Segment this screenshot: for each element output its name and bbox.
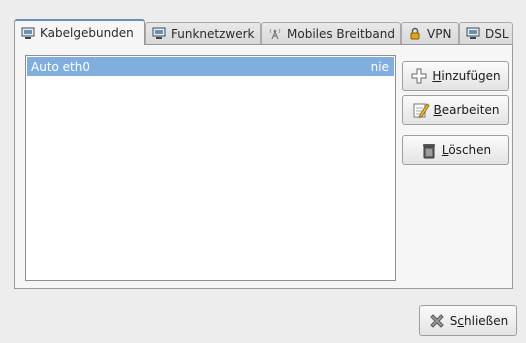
edit-pencil-icon <box>412 101 430 119</box>
tab-dsl[interactable]: DSL <box>459 22 513 44</box>
tab-wired[interactable]: Kabelgebunden <box>14 19 145 45</box>
tab-label: VPN <box>427 26 452 41</box>
connection-type-tabs: Kabelgebunden Funknetzwerk Mobiles Breit… <box>14 19 513 45</box>
lock-icon <box>408 27 422 40</box>
add-button-label: Hinzufügen <box>432 69 501 83</box>
plus-icon <box>410 67 428 85</box>
tab-panel-wired: Auto eth0 nie Hinzufügen Bearbeiten Lösc… <box>14 44 513 289</box>
close-button[interactable]: Schließen <box>419 305 517 336</box>
antenna-icon <box>268 27 282 40</box>
delete-button[interactable]: Löschen <box>402 135 509 165</box>
delete-button-label: Löschen <box>441 143 492 157</box>
connection-last-used: nie <box>370 59 389 74</box>
network-dsl-icon <box>466 27 480 40</box>
network-wireless-icon <box>152 27 166 40</box>
trash-icon <box>420 141 438 159</box>
connection-list[interactable]: Auto eth0 nie <box>25 55 396 281</box>
tab-mobile-broadband[interactable]: Mobiles Breitband <box>261 22 401 44</box>
tab-wireless[interactable]: Funknetzwerk <box>145 22 261 44</box>
tab-vpn[interactable]: VPN <box>401 22 459 44</box>
close-button-label: Schließen <box>449 313 509 328</box>
connection-name: Auto eth0 <box>31 59 91 74</box>
add-button[interactable]: Hinzufügen <box>402 61 509 91</box>
tab-label: DSL <box>485 26 509 41</box>
edit-button[interactable]: Bearbeiten <box>402 95 509 125</box>
network-wired-icon <box>21 27 35 40</box>
close-x-icon <box>428 312 446 330</box>
edit-button-label: Bearbeiten <box>433 103 500 117</box>
list-item[interactable]: Auto eth0 nie <box>27 57 394 76</box>
tab-label: Funknetzwerk <box>171 26 255 41</box>
tab-label: Mobiles Breitband <box>287 26 395 41</box>
tab-label: Kabelgebunden <box>40 26 134 40</box>
